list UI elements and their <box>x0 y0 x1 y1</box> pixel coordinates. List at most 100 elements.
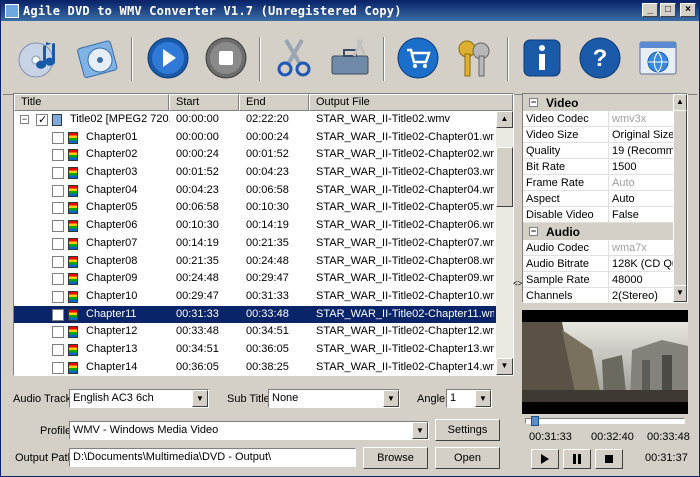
table-row[interactable]: Chapter14 00:36:05 00:38:25 STAR_WAR_II-Tit… <box>14 359 496 375</box>
help-icon[interactable]: ? <box>575 33 625 83</box>
output-path-field[interactable]: D:\Documents\Multimedia\DVD - Output\ <box>69 448 356 467</box>
column-header-start[interactable]: Start <box>169 94 239 111</box>
property-row[interactable]: Aspect Auto <box>523 191 687 207</box>
table-row[interactable]: Chapter06 00:10:30 00:14:19 STAR_WAR_II-Tit… <box>14 217 496 235</box>
shopping-cart-icon[interactable] <box>393 33 443 83</box>
toolbox-settings-icon[interactable] <box>325 33 375 83</box>
open-button[interactable]: Open <box>435 447 500 469</box>
table-row[interactable]: Chapter07 00:14:19 00:21:35 STAR_WAR_II-Tit… <box>14 235 496 253</box>
close-button[interactable]: × <box>680 3 696 17</box>
play-button[interactable] <box>531 449 559 469</box>
scroll-down-button[interactable]: ▼ <box>673 285 687 302</box>
start-cell: 00:14:19 <box>176 236 219 249</box>
app-icon <box>5 4 19 18</box>
table-row[interactable]: Chapter08 00:21:35 00:24:48 STAR_WAR_II-Tit… <box>14 253 496 271</box>
open-dvd-icon[interactable] <box>73 33 123 83</box>
property-row[interactable]: Quality 19 (Recommen <box>523 143 687 159</box>
collapse-toggle[interactable]: − <box>529 98 538 107</box>
scroll-thumb[interactable] <box>673 110 687 286</box>
maximize-button[interactable]: □ <box>660 3 676 17</box>
angle-select[interactable]: 1 ▼ <box>446 389 492 408</box>
audio-section-header[interactable]: − Audio <box>523 223 687 240</box>
film-clip-icon <box>68 255 78 268</box>
minimize-button[interactable]: _ <box>642 3 658 17</box>
scroll-down-button[interactable]: ▼ <box>496 358 513 375</box>
chapter-checkbox[interactable] <box>52 343 64 356</box>
chapter-checkbox[interactable] <box>52 326 64 339</box>
property-row[interactable]: Bit Rate 1500 <box>523 159 687 175</box>
table-row[interactable]: Chapter10 00:29:47 00:31:33 STAR_WAR_II-Tit… <box>14 288 496 306</box>
property-row[interactable]: Sample Rate 48000 <box>523 272 687 288</box>
property-row[interactable]: Frame Rate Auto <box>523 175 687 191</box>
chapter-checkbox[interactable] <box>52 290 64 303</box>
title-root-row[interactable]: − Title02 [MPEG2 720... 00:00:00 02:22:2… <box>14 111 496 129</box>
table-row[interactable]: Chapter01 00:00:00 00:00:24 STAR_WAR_II-Tit… <box>14 129 496 147</box>
properties-scrollbar[interactable]: ▲ ▼ <box>673 94 687 302</box>
scroll-up-button[interactable]: ▲ <box>673 94 687 111</box>
column-header-title[interactable]: Title <box>14 94 169 111</box>
chapter-checkbox[interactable] <box>52 149 64 162</box>
chevron-down-icon[interactable]: ▼ <box>192 390 208 407</box>
pause-button[interactable] <box>563 449 591 469</box>
start-cell: 00:34:51 <box>176 342 219 355</box>
column-header-end[interactable]: End <box>239 94 309 111</box>
chevron-down-icon[interactable]: ▼ <box>383 390 399 407</box>
property-row[interactable]: Video Size Original Size <box>523 127 687 143</box>
property-row[interactable]: Audio Codec wma7x <box>523 240 687 256</box>
output-file-cell: STAR_WAR_II-Title02.wmv <box>316 113 451 125</box>
table-row[interactable]: Chapter13 00:34:51 00:36:05 STAR_WAR_II-Tit… <box>14 341 496 359</box>
start-cell: 00:21:35 <box>176 254 219 267</box>
stop-icon[interactable] <box>201 33 251 83</box>
property-row[interactable]: Video Codec wmv3x <box>523 111 687 127</box>
property-row[interactable]: Disable Video False <box>523 207 687 223</box>
title-checkbox[interactable] <box>36 113 48 126</box>
subtitle-select[interactable]: None ▼ <box>268 389 400 408</box>
section-label: Audio <box>546 224 580 239</box>
chapter-checkbox[interactable] <box>52 167 64 180</box>
scissors-icon[interactable] <box>269 33 319 83</box>
film-clip-icon <box>68 290 78 303</box>
title-list[interactable]: Title Start End Output File − Title02 [M… <box>13 93 514 376</box>
register-keys-icon[interactable] <box>449 33 499 83</box>
table-row[interactable]: Chapter04 00:04:23 00:06:58 STAR_WAR_II-Tit… <box>14 182 496 200</box>
list-vertical-scrollbar[interactable]: ▲ ▼ <box>496 111 513 375</box>
scroll-up-button[interactable]: ▲ <box>496 111 513 128</box>
playback-position-slider[interactable] <box>525 416 685 426</box>
video-section-header[interactable]: − Video <box>523 94 687 111</box>
table-row[interactable]: Chapter12 00:33:48 00:34:51 STAR_WAR_II-Tit… <box>14 323 496 341</box>
slider-knob[interactable] <box>531 416 539 426</box>
chapter-checkbox[interactable] <box>52 308 64 321</box>
collapse-toggle[interactable]: − <box>529 227 538 236</box>
website-icon[interactable] <box>633 33 683 83</box>
table-row[interactable]: Chapter09 00:24:48 00:29:47 STAR_WAR_II-Tit… <box>14 270 496 288</box>
column-header-output-file[interactable]: Output File <box>309 94 513 111</box>
audio-track-select[interactable]: English AC3 6ch ▼ <box>69 389 209 408</box>
chapter-checkbox[interactable] <box>52 202 64 215</box>
table-row[interactable]: Chapter11 00:31:33 00:33:48 STAR_WAR_II-Tit… <box>14 305 496 324</box>
info-icon[interactable] <box>517 33 567 83</box>
panel-splitter[interactable]: <> <box>513 279 522 288</box>
chapter-checkbox[interactable] <box>52 131 64 144</box>
browse-button[interactable]: Browse <box>363 447 428 469</box>
chapter-checkbox[interactable] <box>52 220 64 233</box>
chevron-down-icon[interactable]: ▼ <box>412 422 428 439</box>
settings-button[interactable]: Settings <box>435 419 500 441</box>
table-row[interactable]: Chapter05 00:06:58 00:10:30 STAR_WAR_II-Tit… <box>14 199 496 217</box>
chapter-checkbox[interactable] <box>52 237 64 250</box>
properties-grid[interactable]: − Video Video Codec wmv3x Video Size Origin… <box>522 93 688 303</box>
scroll-thumb[interactable] <box>496 147 513 207</box>
play-icon[interactable] <box>143 33 193 83</box>
property-row[interactable]: Audio Bitrate 128K (CD Qua <box>523 256 687 272</box>
table-row[interactable]: Chapter02 00:00:24 00:01:52 STAR_WAR_II-Tit… <box>14 146 496 164</box>
table-row[interactable]: Chapter03 00:01:52 00:04:23 STAR_WAR_II-Tit… <box>14 164 496 182</box>
chapter-checkbox[interactable] <box>52 255 64 268</box>
property-row[interactable]: Channels 2(Stereo) <box>523 288 687 302</box>
audio-music-icon[interactable] <box>15 33 65 83</box>
stop-button[interactable] <box>595 449 623 469</box>
chevron-down-icon[interactable]: ▼ <box>475 390 491 407</box>
chapter-checkbox[interactable] <box>52 361 64 374</box>
chapter-checkbox[interactable] <box>52 273 64 286</box>
collapse-toggle[interactable]: − <box>20 115 29 124</box>
chapter-checkbox[interactable] <box>52 184 64 197</box>
profile-select[interactable]: WMV - Windows Media Video ▼ <box>69 421 429 440</box>
